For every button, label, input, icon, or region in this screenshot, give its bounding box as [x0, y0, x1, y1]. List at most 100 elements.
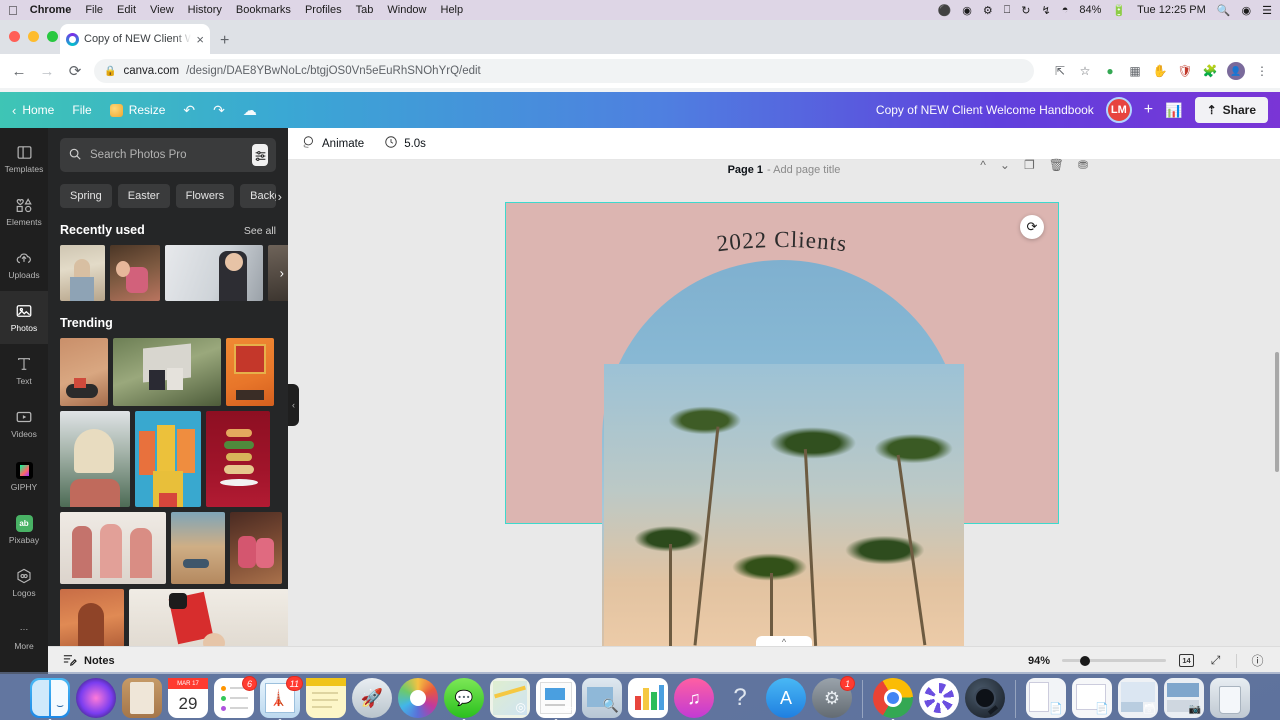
- menu-item-window[interactable]: Window: [387, 4, 426, 16]
- gear-icon[interactable]: ⚙: [983, 4, 993, 17]
- recent-photo-2[interactable]: [110, 245, 160, 301]
- duplicate-icon[interactable]: ❐: [1024, 158, 1035, 172]
- reminders-icon[interactable]: 6: [214, 678, 254, 718]
- kebab-menu-icon[interactable]: ⋮: [1254, 63, 1270, 79]
- duration-button[interactable]: 5.0s: [384, 135, 426, 152]
- launchpad-icon[interactable]: 🚀: [352, 678, 392, 718]
- chip-flowers[interactable]: Flowers: [176, 184, 235, 208]
- recent-photo-1[interactable]: [60, 245, 105, 301]
- notes-button[interactable]: Notes: [62, 652, 115, 670]
- chip-backgrounds[interactable]: Backgrounds: [240, 184, 276, 208]
- numbers-icon[interactable]: [628, 678, 668, 718]
- bookmark-star-icon[interactable]: ☆: [1077, 63, 1093, 79]
- spotlight-search-icon[interactable]: 🔍: [1217, 4, 1231, 17]
- menu-item-view[interactable]: View: [150, 4, 174, 16]
- search-photos-bar[interactable]: [60, 138, 276, 172]
- file-menu-button[interactable]: File: [72, 103, 91, 117]
- move-down-icon[interactable]: ⌄: [1000, 158, 1010, 172]
- filter-sliders-icon[interactable]: [252, 144, 268, 166]
- bluetooth-icon[interactable]: ↯: [1042, 4, 1051, 17]
- trending-photo-5[interactable]: [135, 411, 201, 507]
- undo-icon[interactable]: ↶: [183, 102, 195, 119]
- close-window-button[interactable]: [9, 31, 20, 42]
- minimize-window-button[interactable]: [28, 31, 39, 42]
- minimized-window-2[interactable]: 📄: [1072, 678, 1112, 718]
- lock-icon[interactable]: ⛃: [1078, 158, 1088, 172]
- canvas-scrollbar[interactable]: [1275, 352, 1279, 472]
- help-icon[interactable]: ⓘ: [1249, 652, 1266, 669]
- search-input[interactable]: [90, 149, 244, 161]
- close-tab-button[interactable]: ×: [196, 33, 204, 46]
- back-button[interactable]: ←: [10, 62, 28, 80]
- address-bar[interactable]: 🔒 canva.com/design/DAE8YBwNoLc/btgjOS0Vn…: [94, 59, 1034, 83]
- chips-next-arrow-icon[interactable]: ›: [278, 189, 282, 204]
- help-icon[interactable]: ?: [720, 678, 760, 718]
- siri-icon[interactable]: ◉: [1242, 4, 1252, 17]
- finder-icon[interactable]: ⌣: [30, 678, 70, 718]
- sidebar-item-text[interactable]: Text: [0, 344, 48, 397]
- palm-trees-photo[interactable]: ^: [604, 364, 964, 646]
- delete-icon[interactable]: 🗑: [1049, 158, 1064, 172]
- forward-button[interactable]: →: [38, 62, 56, 80]
- new-tab-button[interactable]: +: [220, 32, 229, 50]
- fullscreen-icon[interactable]: ⤢: [1207, 652, 1224, 669]
- insights-chart-icon[interactable]: 📊: [1165, 102, 1182, 119]
- document-title[interactable]: Copy of NEW Client Welcome Handbook: [876, 103, 1094, 117]
- zoom-slider-knob[interactable]: [1080, 656, 1090, 666]
- collapse-panel-chevron-icon[interactable]: ‹: [288, 384, 299, 426]
- recent-next-arrow-icon[interactable]: ›: [280, 266, 284, 281]
- trending-photo-1[interactable]: [60, 338, 108, 406]
- calendar-icon[interactable]: MAR 17 29: [168, 678, 208, 718]
- zoom-slider[interactable]: [1062, 659, 1166, 662]
- app-store-icon[interactable]: A: [766, 678, 806, 718]
- menu-item-help[interactable]: Help: [441, 4, 464, 16]
- menu-item-edit[interactable]: Edit: [117, 4, 136, 16]
- sidebar-item-photos[interactable]: Photos: [0, 291, 48, 344]
- minimized-window-1[interactable]: 📄: [1026, 678, 1066, 718]
- menu-item-chrome[interactable]: Chrome: [30, 4, 72, 16]
- chrome-icon[interactable]: [873, 678, 913, 718]
- trending-photo-3[interactable]: [226, 338, 274, 406]
- add-collaborator-button[interactable]: +: [1144, 101, 1153, 119]
- system-preferences-icon[interactable]: ⚙ 1: [812, 678, 852, 718]
- page-grid-icon[interactable]: 14: [1178, 652, 1195, 669]
- quicktime-icon[interactable]: [965, 678, 1005, 718]
- sidebar-item-pixabay[interactable]: ab Pixabay: [0, 503, 48, 556]
- profile-avatar[interactable]: 👤: [1227, 62, 1245, 80]
- messages-icon[interactable]: 💬: [444, 678, 484, 718]
- airplay-icon[interactable]: ⎕: [1004, 4, 1011, 17]
- mail-icon[interactable]: 🗼 11: [260, 678, 300, 718]
- user-avatar[interactable]: LM: [1106, 97, 1132, 123]
- extension-shield-icon[interactable]: 🛡: [1177, 63, 1193, 79]
- menu-item-tab[interactable]: Tab: [356, 4, 374, 16]
- trash-icon[interactable]: [1210, 678, 1250, 718]
- resize-button[interactable]: Resize: [110, 103, 166, 117]
- maximize-window-button[interactable]: [47, 31, 58, 42]
- sidebar-item-templates[interactable]: Templates: [0, 132, 48, 185]
- menu-item-profiles[interactable]: Profiles: [305, 4, 342, 16]
- menu-item-history[interactable]: History: [188, 4, 222, 16]
- recent-photo-3[interactable]: [165, 245, 263, 301]
- window-controls[interactable]: [9, 31, 58, 42]
- contacts-icon[interactable]: [122, 678, 162, 718]
- extension-green-icon[interactable]: ●: [1102, 63, 1118, 79]
- battery-icon[interactable]: 🔋: [1112, 4, 1126, 17]
- preview-icon[interactable]: 🔍: [582, 678, 622, 718]
- trending-photo-4[interactable]: [60, 411, 130, 507]
- canvas-title-curved-text[interactable]: 2022 Clients: [617, 227, 947, 277]
- fan-app-icon[interactable]: [919, 678, 959, 718]
- sidebar-item-more[interactable]: ⋯ More: [0, 609, 48, 662]
- extension-grid-icon[interactable]: ▦: [1127, 63, 1143, 79]
- browser-tab[interactable]: Copy of NEW Client Welcome ×: [60, 24, 210, 54]
- maps-icon[interactable]: ◎: [490, 678, 530, 718]
- animate-button[interactable]: Animate: [302, 135, 364, 152]
- sidebar-item-uploads[interactable]: Uploads: [0, 238, 48, 291]
- eye-icon[interactable]: ◉: [962, 4, 972, 17]
- canvas-viewport[interactable]: 2022 Clients ⟳ ^: [288, 182, 1280, 674]
- refresh-animate-icon[interactable]: ⟳: [1020, 215, 1044, 239]
- minimized-window-3[interactable]: 🗃: [1118, 678, 1158, 718]
- menu-item-file[interactable]: File: [85, 4, 103, 16]
- chip-spring[interactable]: Spring: [60, 184, 112, 208]
- apple-icon[interactable]: : [8, 4, 18, 17]
- control-center-icon[interactable]: ☰: [1262, 4, 1272, 17]
